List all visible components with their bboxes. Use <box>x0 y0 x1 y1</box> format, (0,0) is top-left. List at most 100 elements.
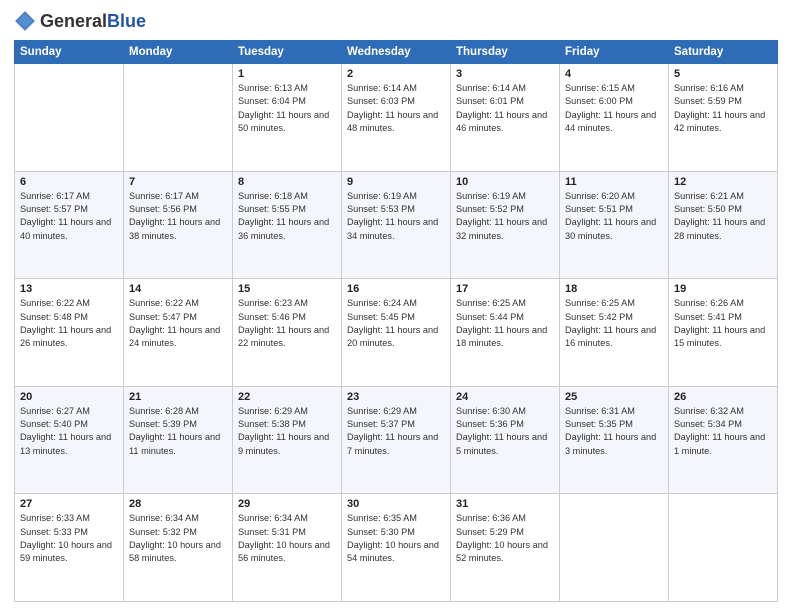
day-info: Sunrise: 6:20 AMSunset: 5:51 PMDaylight:… <box>565 190 663 243</box>
calendar-cell: 3 Sunrise: 6:14 AMSunset: 6:01 PMDaylight… <box>451 64 560 172</box>
day-number: 11 <box>565 176 663 188</box>
calendar-cell: 9 Sunrise: 6:19 AMSunset: 5:53 PMDaylight… <box>342 171 451 279</box>
day-info: Sunrise: 6:31 AMSunset: 5:35 PMDaylight:… <box>565 405 663 458</box>
day-info: Sunrise: 6:17 AMSunset: 5:56 PMDaylight:… <box>129 190 227 243</box>
day-number: 9 <box>347 176 445 188</box>
day-header-thursday: Thursday <box>451 41 560 64</box>
day-info: Sunrise: 6:26 AMSunset: 5:41 PMDaylight:… <box>674 297 772 350</box>
day-number: 30 <box>347 498 445 510</box>
calendar-cell: 15 Sunrise: 6:23 AMSunset: 5:46 PMDayligh… <box>233 279 342 387</box>
calendar-week-1: 1 Sunrise: 6:13 AMSunset: 6:04 PMDaylight… <box>15 64 778 172</box>
calendar-cell: 30 Sunrise: 6:35 AMSunset: 5:30 PMDayligh… <box>342 494 451 602</box>
day-number: 20 <box>20 391 118 403</box>
day-info: Sunrise: 6:27 AMSunset: 5:40 PMDaylight:… <box>20 405 118 458</box>
calendar-week-5: 27 Sunrise: 6:33 AMSunset: 5:33 PMDayligh… <box>15 494 778 602</box>
calendar-cell: 17 Sunrise: 6:25 AMSunset: 5:44 PMDayligh… <box>451 279 560 387</box>
day-number: 13 <box>20 283 118 295</box>
calendar-cell: 20 Sunrise: 6:27 AMSunset: 5:40 PMDayligh… <box>15 386 124 494</box>
day-header-tuesday: Tuesday <box>233 41 342 64</box>
day-number: 25 <box>565 391 663 403</box>
day-info: Sunrise: 6:15 AMSunset: 6:00 PMDaylight:… <box>565 82 663 135</box>
day-info: Sunrise: 6:25 AMSunset: 5:44 PMDaylight:… <box>456 297 554 350</box>
day-info: Sunrise: 6:22 AMSunset: 5:48 PMDaylight:… <box>20 297 118 350</box>
day-info: Sunrise: 6:19 AMSunset: 5:53 PMDaylight:… <box>347 190 445 243</box>
day-info: Sunrise: 6:29 AMSunset: 5:38 PMDaylight:… <box>238 405 336 458</box>
day-number: 10 <box>456 176 554 188</box>
calendar-cell: 18 Sunrise: 6:25 AMSunset: 5:42 PMDayligh… <box>560 279 669 387</box>
day-info: Sunrise: 6:17 AMSunset: 5:57 PMDaylight:… <box>20 190 118 243</box>
day-number: 23 <box>347 391 445 403</box>
day-number: 26 <box>674 391 772 403</box>
day-header-monday: Monday <box>124 41 233 64</box>
calendar-cell: 31Sunrise: 6:36 AMSunset: 5:29 PMDayligh… <box>451 494 560 602</box>
day-number: 28 <box>129 498 227 510</box>
day-info: Sunrise: 6:30 AMSunset: 5:36 PMDaylight:… <box>456 405 554 458</box>
day-number: 3 <box>456 68 554 80</box>
calendar-cell: 25 Sunrise: 6:31 AMSunset: 5:35 PMDayligh… <box>560 386 669 494</box>
calendar-table: SundayMondayTuesdayWednesdayThursdayFrid… <box>14 40 778 602</box>
day-number: 24 <box>456 391 554 403</box>
day-info: Sunrise: 6:16 AMSunset: 5:59 PMDaylight:… <box>674 82 772 135</box>
day-number: 1 <box>238 68 336 80</box>
calendar-cell: 8Sunrise: 6:18 AMSunset: 5:55 PMDaylight… <box>233 171 342 279</box>
logo: GeneralBlue <box>14 10 146 32</box>
day-number: 16 <box>347 283 445 295</box>
day-info: Sunrise: 6:28 AMSunset: 5:39 PMDaylight:… <box>129 405 227 458</box>
day-header-sunday: Sunday <box>15 41 124 64</box>
calendar-cell: 23Sunrise: 6:29 AMSunset: 5:37 PMDayligh… <box>342 386 451 494</box>
header: GeneralBlue <box>14 10 778 32</box>
day-info: Sunrise: 6:34 AMSunset: 5:31 PMDaylight:… <box>238 512 336 565</box>
day-number: 19 <box>674 283 772 295</box>
calendar-cell <box>669 494 778 602</box>
day-number: 6 <box>20 176 118 188</box>
calendar-cell: 16Sunrise: 6:24 AMSunset: 5:45 PMDayligh… <box>342 279 451 387</box>
day-header-wednesday: Wednesday <box>342 41 451 64</box>
day-number: 21 <box>129 391 227 403</box>
calendar-cell: 28 Sunrise: 6:34 AMSunset: 5:32 PMDayligh… <box>124 494 233 602</box>
day-number: 29 <box>238 498 336 510</box>
calendar-cell: 29 Sunrise: 6:34 AMSunset: 5:31 PMDayligh… <box>233 494 342 602</box>
day-info: Sunrise: 6:18 AMSunset: 5:55 PMDaylight:… <box>238 190 336 243</box>
day-info: Sunrise: 6:34 AMSunset: 5:32 PMDaylight:… <box>129 512 227 565</box>
calendar-cell: 22 Sunrise: 6:29 AMSunset: 5:38 PMDayligh… <box>233 386 342 494</box>
day-number: 14 <box>129 283 227 295</box>
calendar-cell: 5 Sunrise: 6:16 AMSunset: 5:59 PMDaylight… <box>669 64 778 172</box>
day-info: Sunrise: 6:32 AMSunset: 5:34 PMDaylight:… <box>674 405 772 458</box>
day-info: Sunrise: 6:25 AMSunset: 5:42 PMDaylight:… <box>565 297 663 350</box>
page: GeneralBlue SundayMondayTuesdayWednesday… <box>0 0 792 612</box>
day-info: Sunrise: 6:33 AMSunset: 5:33 PMDaylight:… <box>20 512 118 565</box>
day-number: 12 <box>674 176 772 188</box>
day-info: Sunrise: 6:13 AMSunset: 6:04 PMDaylight:… <box>238 82 336 135</box>
day-header-saturday: Saturday <box>669 41 778 64</box>
logo-text-general: General <box>40 11 107 31</box>
calendar-header-row: SundayMondayTuesdayWednesdayThursdayFrid… <box>15 41 778 64</box>
day-number: 5 <box>674 68 772 80</box>
calendar-cell: 21 Sunrise: 6:28 AMSunset: 5:39 PMDayligh… <box>124 386 233 494</box>
calendar-cell: 11 Sunrise: 6:20 AMSunset: 5:51 PMDayligh… <box>560 171 669 279</box>
day-number: 18 <box>565 283 663 295</box>
day-number: 7 <box>129 176 227 188</box>
calendar-cell: 19 Sunrise: 6:26 AMSunset: 5:41 PMDayligh… <box>669 279 778 387</box>
day-number: 2 <box>347 68 445 80</box>
calendar-cell: 4Sunrise: 6:15 AMSunset: 6:00 PMDaylight… <box>560 64 669 172</box>
calendar-cell: 27 Sunrise: 6:33 AMSunset: 5:33 PMDayligh… <box>15 494 124 602</box>
day-number: 22 <box>238 391 336 403</box>
calendar-cell: 14Sunrise: 6:22 AMSunset: 5:47 PMDayligh… <box>124 279 233 387</box>
day-info: Sunrise: 6:19 AMSunset: 5:52 PMDaylight:… <box>456 190 554 243</box>
calendar-cell: 10 Sunrise: 6:19 AMSunset: 5:52 PMDayligh… <box>451 171 560 279</box>
day-info: Sunrise: 6:23 AMSunset: 5:46 PMDaylight:… <box>238 297 336 350</box>
calendar-week-3: 13 Sunrise: 6:22 AMSunset: 5:48 PMDayligh… <box>15 279 778 387</box>
day-info: Sunrise: 6:21 AMSunset: 5:50 PMDaylight:… <box>674 190 772 243</box>
calendar-cell: 12 Sunrise: 6:21 AMSunset: 5:50 PMDayligh… <box>669 171 778 279</box>
calendar-cell: 2 Sunrise: 6:14 AMSunset: 6:03 PMDaylight… <box>342 64 451 172</box>
logo-icon <box>14 10 36 32</box>
calendar-cell: 26 Sunrise: 6:32 AMSunset: 5:34 PMDayligh… <box>669 386 778 494</box>
day-number: 27 <box>20 498 118 510</box>
day-info: Sunrise: 6:14 AMSunset: 6:03 PMDaylight:… <box>347 82 445 135</box>
day-info: Sunrise: 6:35 AMSunset: 5:30 PMDaylight:… <box>347 512 445 565</box>
day-number: 17 <box>456 283 554 295</box>
day-number: 15 <box>238 283 336 295</box>
day-info: Sunrise: 6:14 AMSunset: 6:01 PMDaylight:… <box>456 82 554 135</box>
logo-general: GeneralBlue <box>40 11 146 32</box>
logo-text-blue: Blue <box>107 11 146 31</box>
